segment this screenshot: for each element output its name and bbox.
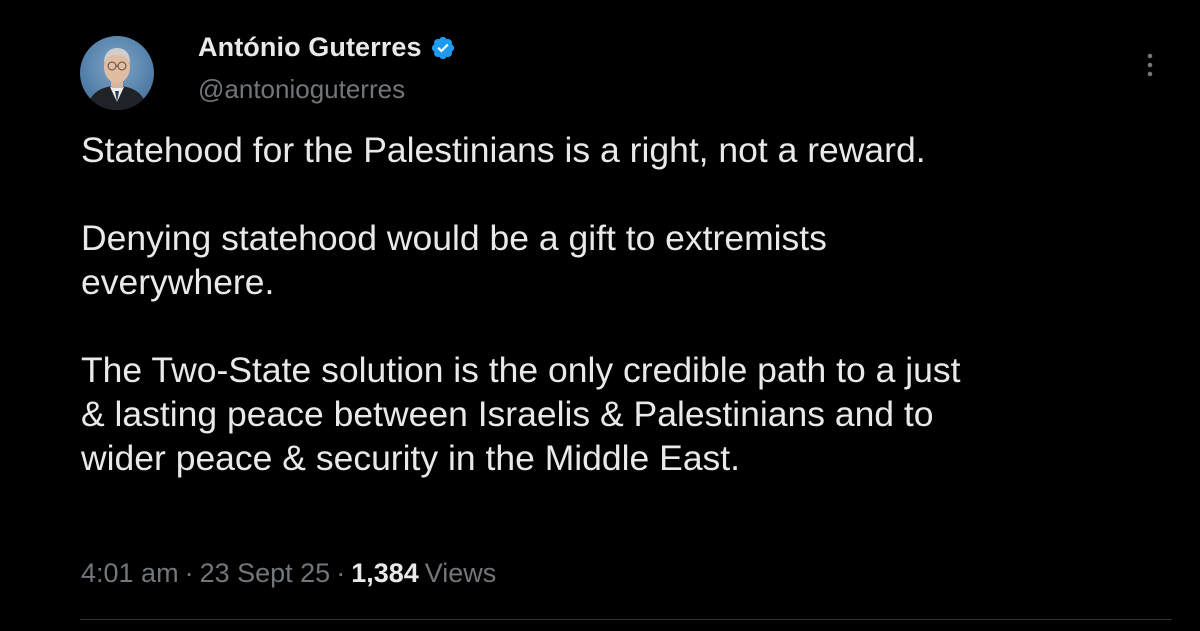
avatar[interactable]: [80, 36, 154, 110]
views-label: Views: [424, 558, 497, 588]
tweet-paragraph: The Two-State solution is the only credi…: [81, 350, 961, 478]
meta-separator: ·: [336, 558, 346, 588]
tweet-date[interactable]: 23 Sept 25: [200, 558, 331, 589]
more-options-button[interactable]: [1140, 50, 1160, 80]
tweet-time[interactable]: 4:01 am: [81, 558, 179, 589]
tweet-metadata: 4:01 am · 23 Sept 25 · 1,384 Views: [81, 558, 496, 589]
tweet-text: Statehood for the Palestinians is a righ…: [81, 128, 1171, 480]
views-count[interactable]: 1,384: [351, 558, 419, 589]
tweet-paragraph: Denying statehood would be a gift to ext…: [81, 218, 827, 302]
more-vertical-icon: [1147, 53, 1153, 77]
author-display-name[interactable]: António Guterres: [198, 32, 422, 63]
verified-badge-icon[interactable]: [430, 35, 456, 61]
meta-separator: ·: [184, 558, 194, 588]
tweet-paragraph: Statehood for the Palestinians is a righ…: [81, 130, 926, 170]
tweet-card: António Guterres @antonioguterres Stateh…: [0, 0, 1200, 631]
divider: [80, 619, 1172, 620]
author-name-row: António Guterres: [198, 32, 456, 63]
avatar-image: [80, 36, 154, 110]
author-handle[interactable]: @antonioguterres: [198, 74, 405, 105]
